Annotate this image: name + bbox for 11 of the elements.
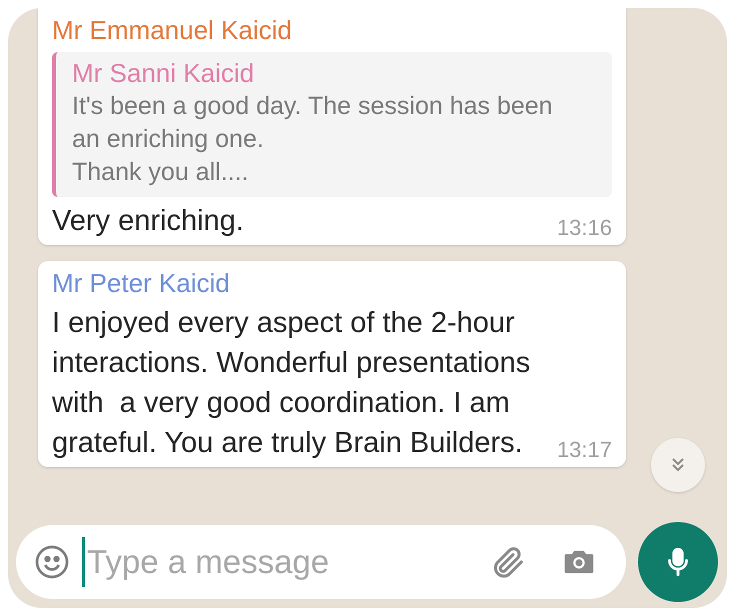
quoted-message[interactable]: Mr Sanni Kaicid It's been a good day. The session has been an enriching one. Thank you all....	[52, 52, 612, 197]
message-input-bar[interactable]: Type a message	[16, 525, 626, 599]
message-text: Very enriching.	[52, 204, 244, 239]
message-text: I enjoyed every aspect of the 2-hour interactions. Wonderful presentations with a very good coordination. I am grateful. You are truly Brain Builders.	[52, 306, 530, 461]
quoted-text: It's been a good day. The session has been an enriching one. Thank you all....	[72, 91, 553, 188]
message-time: 13:17	[556, 437, 612, 463]
sender-name: Mr Emmanuel Kaicid	[52, 14, 292, 46]
message-field[interactable]: Type a message	[82, 537, 476, 587]
sender-name: Mr Peter Kaicid	[52, 267, 230, 299]
quoted-sender: Mr Sanni Kaicid	[72, 57, 254, 90]
message-time: 13:16	[556, 215, 612, 241]
